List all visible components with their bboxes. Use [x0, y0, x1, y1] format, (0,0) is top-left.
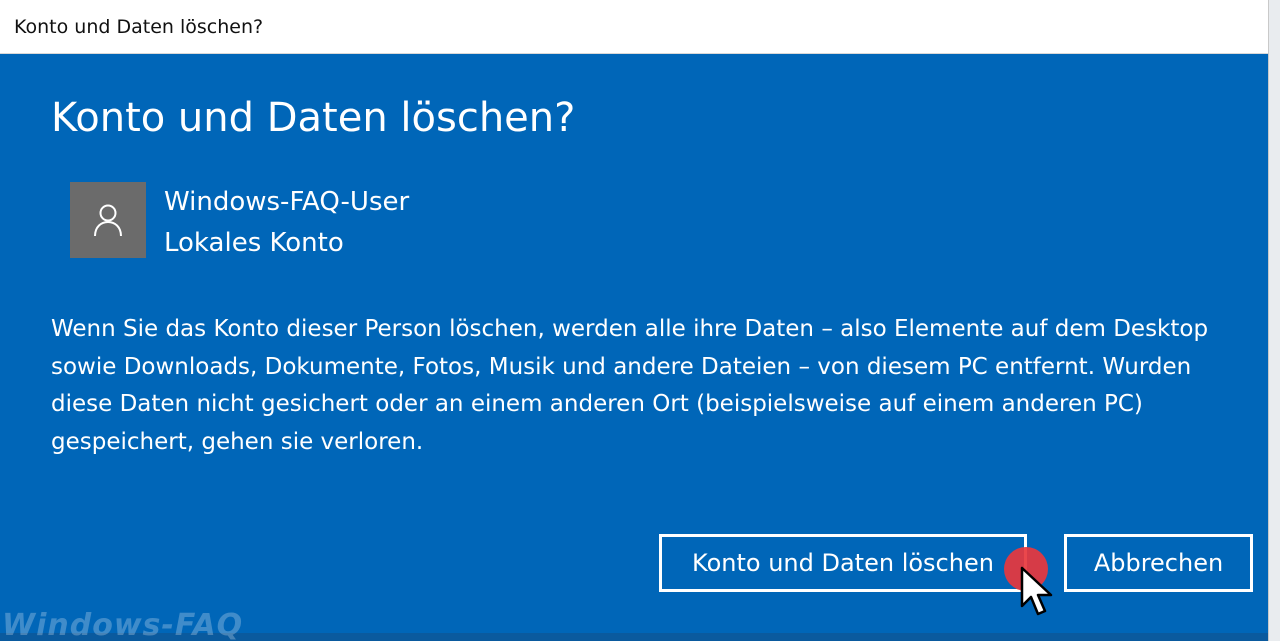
delete-account-button[interactable]: Konto und Daten löschen: [659, 534, 1027, 592]
person-icon: [94, 204, 122, 237]
watermark-logo: Windows-FAQ: [2, 608, 244, 643]
warning-message: Wenn Sie das Konto dieser Person löschen…: [51, 316, 1209, 455]
cancel-button[interactable]: Abbrechen: [1064, 534, 1253, 592]
mouse-cursor-icon: [1020, 566, 1053, 616]
window-title: Konto und Daten löschen?: [14, 16, 264, 38]
account-type: Lokales Konto: [164, 228, 344, 258]
background-window-edge: [1268, 0, 1280, 641]
user-avatar: [70, 182, 146, 258]
title-bar: Konto und Daten löschen?: [0, 0, 1268, 54]
user-name: Windows-FAQ-User: [164, 187, 410, 217]
dialog-heading: Konto und Daten löschen?: [51, 95, 576, 141]
delete-account-window: Konto und Daten löschen? Konto und Daten…: [0, 0, 1280, 643]
